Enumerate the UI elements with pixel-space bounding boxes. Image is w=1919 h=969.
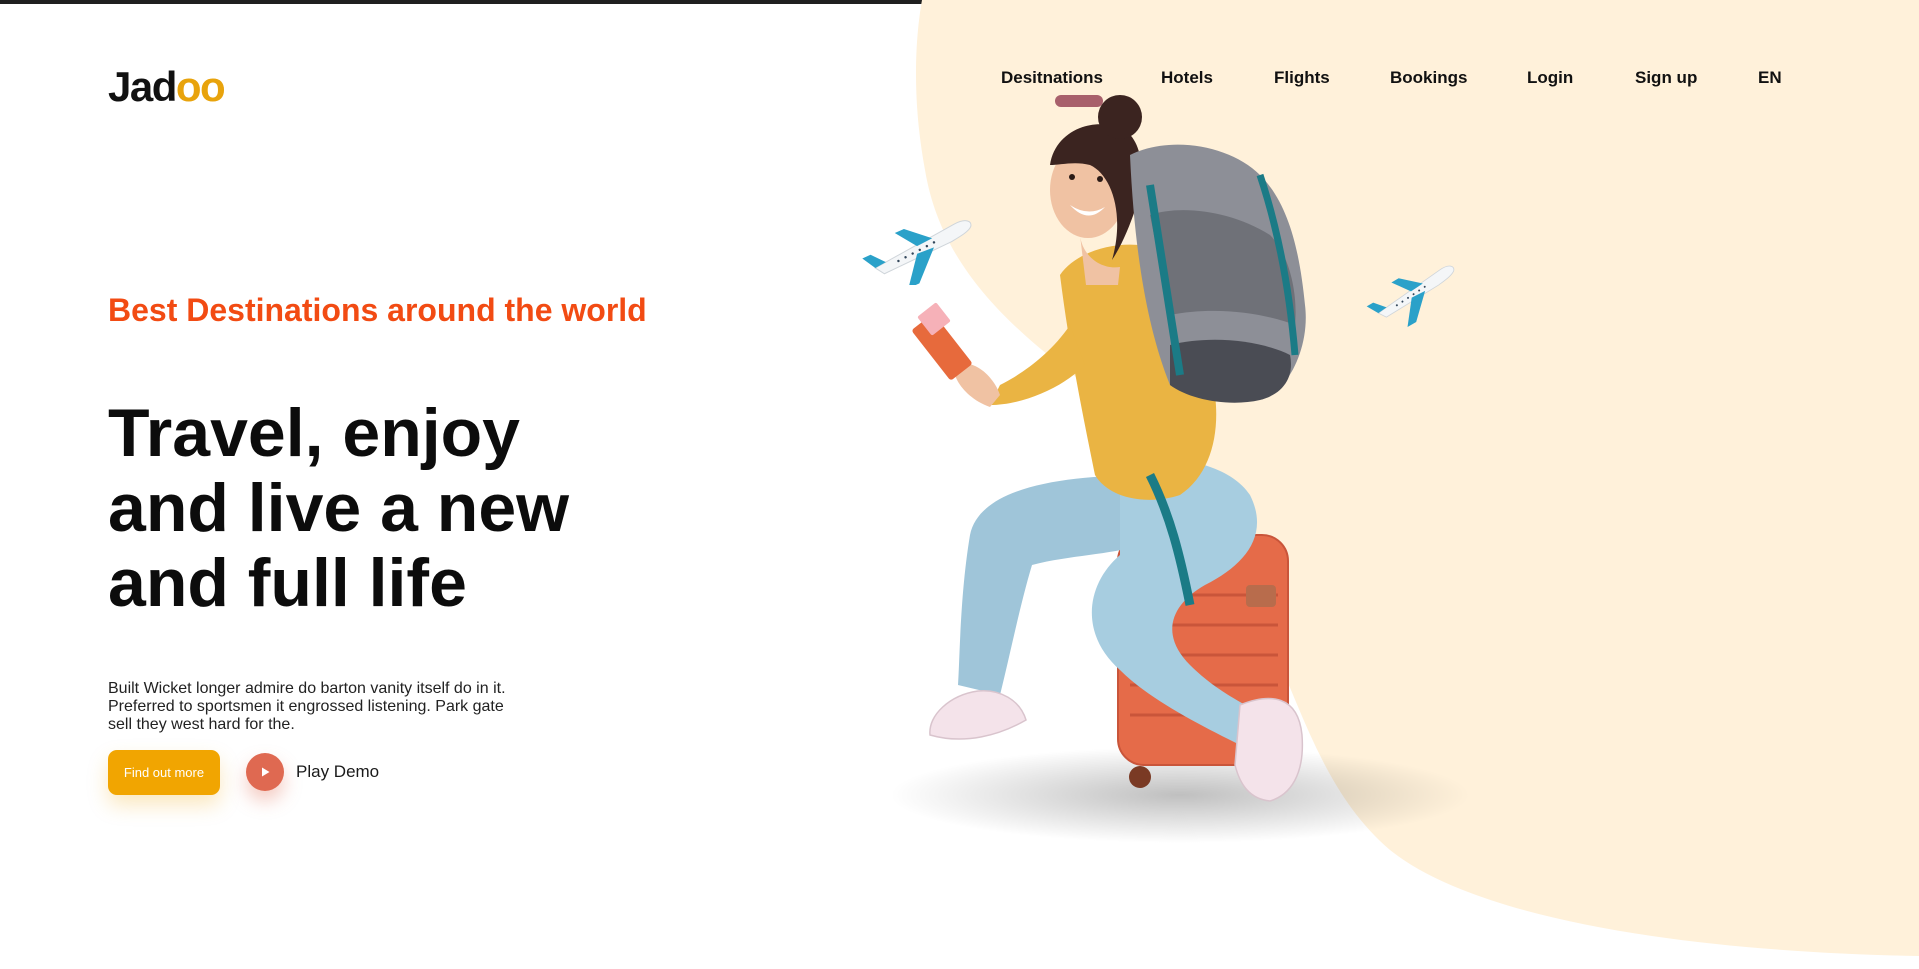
hero-description: Built Wicket longer admire do barton van… [108, 680, 506, 733]
find-out-more-button[interactable]: Find out more [108, 750, 220, 795]
nav-item-hotels[interactable]: Hotels [1161, 68, 1213, 88]
airplane-icon [1366, 265, 1455, 328]
nav-item-signup[interactable]: Sign up [1635, 68, 1697, 88]
hero-headline: Travel, enjoy and live a new and full li… [108, 395, 570, 621]
nav-item-language[interactable]: EN [1758, 68, 1782, 88]
logo-text-first: Jad [108, 63, 177, 110]
hero-subtitle: Best Destinations around the world [108, 292, 647, 328]
nav-item-login[interactable]: Login [1527, 68, 1573, 88]
nav-item-destinations[interactable]: Desitnations [1001, 68, 1103, 88]
play-demo-label: Play Demo [296, 762, 380, 781]
nav-item-flights[interactable]: Flights [1274, 68, 1330, 88]
play-demo-button[interactable]: Play Demo [246, 753, 379, 791]
brand-logo[interactable]: Jadoo [108, 63, 226, 110]
logo-text-accent: oo [175, 63, 226, 110]
play-icon[interactable] [246, 753, 284, 791]
nav-item-bookings[interactable]: Bookings [1390, 68, 1467, 88]
airplane-icon [862, 220, 972, 285]
